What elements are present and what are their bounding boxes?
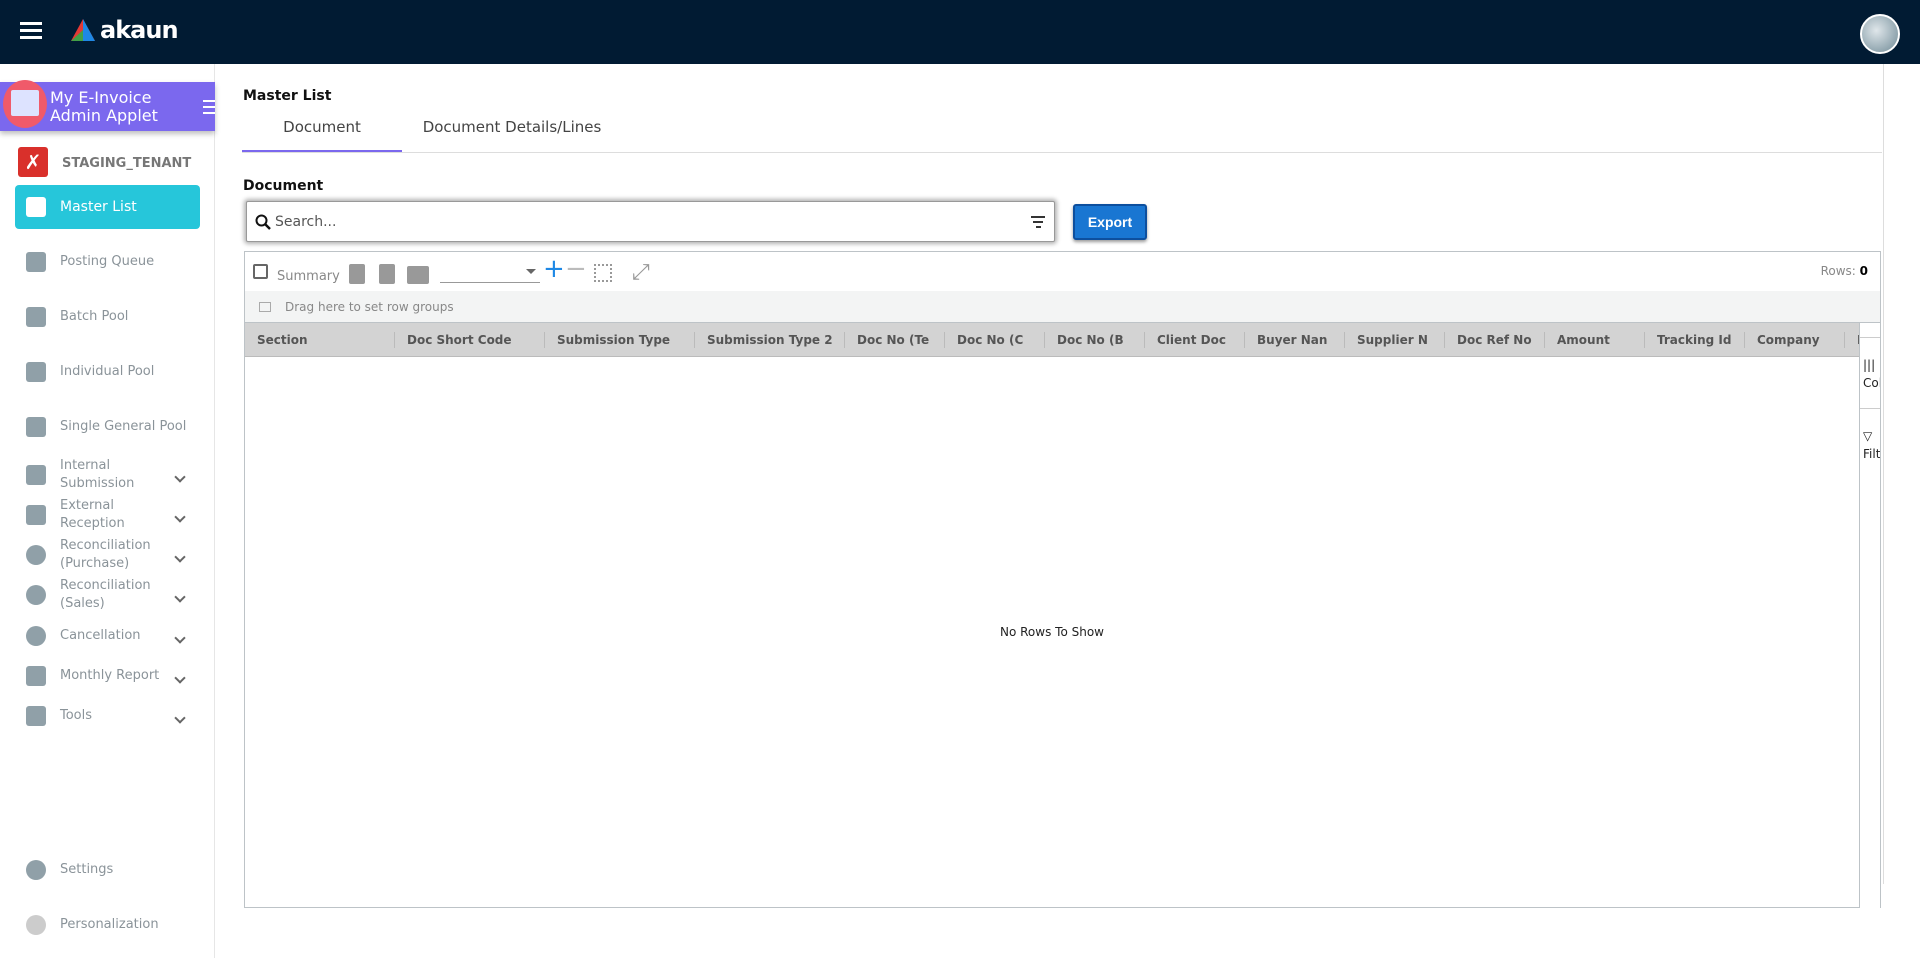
chevron-down-icon (174, 591, 186, 603)
column-header[interactable]: Doc No (C (945, 323, 1045, 356)
document-icon[interactable] (349, 264, 365, 284)
file-icon[interactable] (379, 264, 395, 284)
column-header[interactable]: Company (1745, 323, 1845, 356)
summary-checkbox[interactable] (253, 264, 268, 279)
chevron-down-icon (174, 511, 186, 523)
overlap-circles-icon (26, 545, 46, 565)
column-header[interactable]: Client Doc (1145, 323, 1245, 356)
grid-toolbar: Summary + − ⤢ Rows: 0 (245, 252, 1880, 291)
chevron-down-icon (174, 471, 186, 483)
sidebar-item-individual-pool[interactable]: Individual Pool (15, 362, 200, 382)
column-header[interactable]: Section (245, 323, 395, 356)
section-label: Document (243, 178, 324, 194)
column-header[interactable]: Doc No (Te (845, 323, 945, 356)
inbox-icon (26, 417, 46, 437)
applet-title: My E-Invoice Admin Applet (50, 88, 158, 125)
waves-icon (26, 307, 46, 327)
tenant-name[interactable]: STAGING_TENANT (62, 156, 191, 171)
panel-border (1883, 64, 1884, 884)
filters-panel-button[interactable]: ▽Filters (1860, 408, 1880, 478)
export-button[interactable]: Export (1073, 204, 1147, 240)
chevron-down-icon (174, 712, 186, 724)
grid-header: Section Doc Short Code Submission Type S… (245, 323, 1859, 357)
logo-triangle-icon (71, 19, 95, 41)
expand-all-icon[interactable]: + (543, 254, 565, 284)
column-header[interactable]: Submission Type 2 (695, 323, 845, 356)
tenant-logo-icon: ✗ (18, 147, 48, 177)
column-header[interactable]: Doc Ref No (1445, 323, 1545, 356)
sidebar-item-external-reception[interactable]: External Reception (15, 496, 200, 534)
grid-select-icon[interactable] (594, 264, 612, 282)
top-bar: akaun (0, 0, 1920, 64)
column-header[interactable]: Doc Short Code (395, 323, 545, 356)
column-header[interactable]: Amount (1545, 323, 1645, 356)
tab-document[interactable]: Document (242, 118, 402, 152)
sidebar-item-single-general-pool[interactable]: Single General Pool (15, 417, 200, 437)
table-icon (26, 197, 46, 217)
list-icon (26, 252, 46, 272)
columns-icon: ||| (1863, 358, 1876, 372)
chevron-down-icon (174, 551, 186, 563)
summary-label: Summary (277, 269, 340, 284)
fullscreen-icon[interactable]: ⤢ (632, 260, 650, 285)
calendar-icon (26, 666, 46, 686)
calendar-refresh-icon (26, 465, 46, 485)
column-header[interactable]: E (1845, 323, 1859, 356)
page-size-select[interactable] (440, 265, 540, 283)
column-header[interactable]: Supplier N (1345, 323, 1445, 356)
sidebar-item-personalization[interactable]: Personalization (15, 915, 200, 935)
sidebar-item-posting-queue[interactable]: Posting Queue (15, 252, 200, 272)
search-box (246, 201, 1055, 242)
applet-header: My E-Invoice Admin Applet (0, 80, 215, 131)
sidebar-item-reconciliation-purchase[interactable]: Reconciliation (Purchase) (15, 536, 200, 574)
column-header[interactable]: Buyer Nan (1245, 323, 1345, 356)
gear-icon (26, 860, 46, 880)
person-icon (26, 915, 46, 935)
tab-document-details-lines[interactable]: Document Details/Lines (402, 118, 622, 152)
collapse-all-icon[interactable]: − (565, 254, 587, 284)
sidebar-item-master-list[interactable]: Master List (15, 185, 200, 229)
funnel-icon: ▽ (1863, 429, 1873, 443)
sidebar-item-tools[interactable]: Tools (15, 704, 200, 728)
sidebar-item-settings[interactable]: Settings (15, 860, 200, 880)
tab-divider (242, 152, 1882, 153)
column-header[interactable]: Doc No (B (1045, 323, 1145, 356)
chevron-down-icon (174, 672, 186, 684)
user-avatar[interactable] (1860, 14, 1900, 54)
sidebar-toggle-icon[interactable] (203, 100, 215, 118)
grid-side-bar: |||Columns ▽Filters (1859, 323, 1880, 908)
search-input[interactable] (275, 213, 1030, 230)
brand-name: akaun (100, 16, 179, 44)
row-group-dropzone[interactable]: Drag here to set row groups (245, 291, 1880, 323)
inbox-icon (26, 362, 46, 382)
external-link-icon (26, 505, 46, 525)
search-icon (255, 214, 271, 230)
brand-logo[interactable]: akaun (70, 16, 179, 44)
overlap-circles-icon (26, 585, 46, 605)
applet-icon (3, 80, 47, 128)
columns-panel-button[interactable]: |||Columns (1860, 337, 1880, 407)
filter-icon[interactable] (1030, 213, 1046, 231)
page-title: Master List (243, 88, 332, 104)
column-header[interactable]: Tracking Id (1645, 323, 1745, 356)
sidebar-item-reconciliation-sales[interactable]: Reconciliation (Sales) (15, 576, 200, 614)
cancel-circle-icon (26, 626, 46, 646)
sidebar-item-internal-submission[interactable]: Internal Submission (15, 456, 200, 494)
chevron-down-icon (174, 632, 186, 644)
wrench-icon (26, 706, 46, 726)
group-icon (259, 301, 271, 312)
empty-message: No Rows To Show (1000, 625, 1104, 639)
hamburger-menu-icon[interactable] (20, 22, 42, 40)
sidebar-item-cancellation[interactable]: Cancellation (15, 624, 200, 648)
print-icon[interactable] (407, 266, 429, 284)
rows-count: Rows: 0 (1820, 264, 1868, 278)
sidebar-item-monthly-report[interactable]: Monthly Report (15, 664, 200, 688)
data-grid: Summary + − ⤢ Rows: 0 Drag here to set r… (244, 251, 1881, 908)
column-header[interactable]: Submission Type (545, 323, 695, 356)
sidebar-item-batch-pool[interactable]: Batch Pool (15, 307, 200, 327)
